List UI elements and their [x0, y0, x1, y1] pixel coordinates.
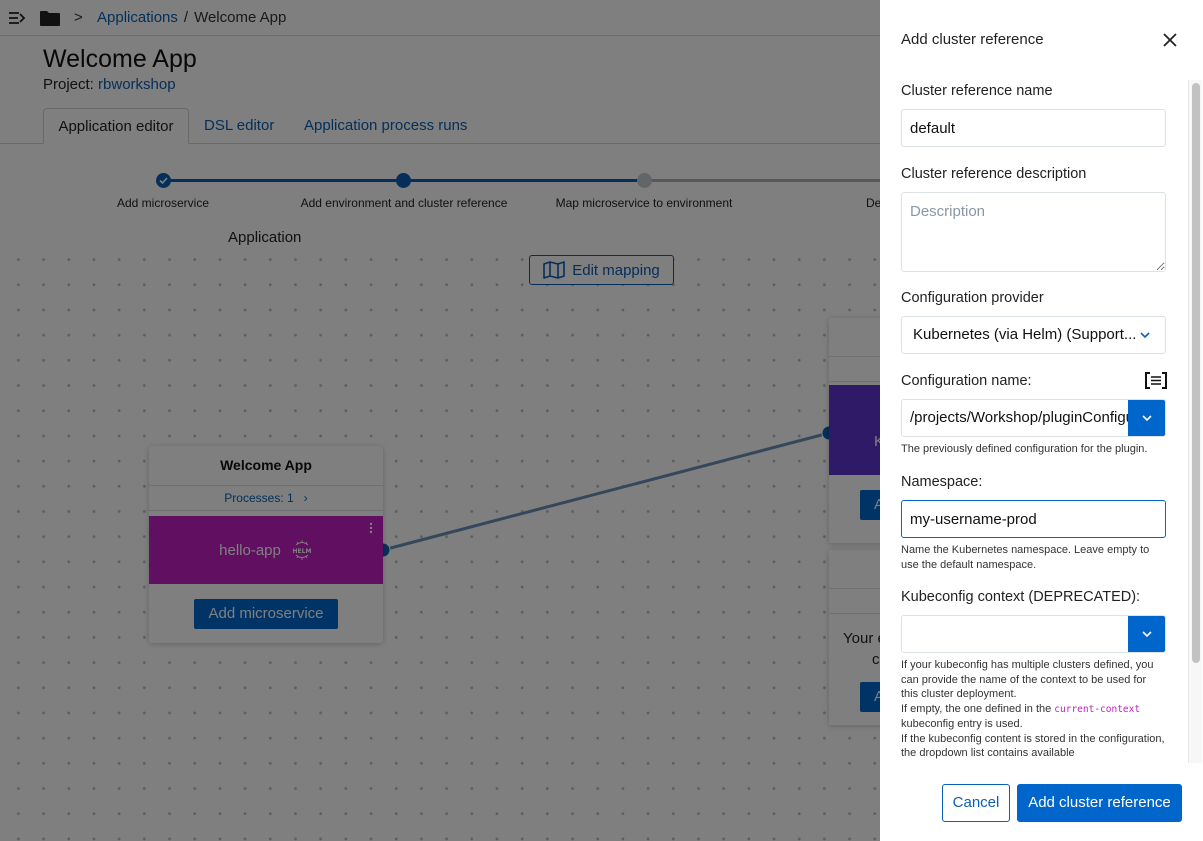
- chevron-down-icon: [1142, 415, 1152, 422]
- modal-backdrop[interactable]: [0, 0, 880, 841]
- kubeconfig-context-dropdown-button[interactable]: [1128, 616, 1165, 652]
- configuration-provider-select[interactable]: Kubernetes (via Helm) (Support...: [901, 316, 1166, 354]
- parameter-reference-icon[interactable]: [1145, 372, 1167, 389]
- cluster-description-label: Cluster reference description: [901, 166, 1087, 182]
- configuration-name-value: /projects/Workshop/pluginConfigurations/: [910, 409, 1130, 426]
- current-context-code: current-context: [1054, 703, 1141, 715]
- kubeconfig-help-3: If the kubeconfig content is stored in t…: [901, 732, 1165, 760]
- scrollbar-thumb[interactable]: [1192, 83, 1200, 663]
- kubeconfig-context-help: If your kubeconfig has multiple clusters…: [901, 658, 1166, 761]
- configuration-name-help: The previously defined configuration for…: [901, 443, 1148, 455]
- add-cluster-reference-button[interactable]: Add cluster reference: [1017, 784, 1182, 822]
- chevron-down-icon: [1142, 631, 1152, 638]
- drawer-scrollbar[interactable]: [1188, 80, 1202, 763]
- namespace-label: Namespace:: [901, 474, 983, 490]
- kubeconfig-help-2: If empty, the one defined in the current…: [901, 702, 1166, 732]
- kubeconfig-help-2b: kubeconfig entry is used.: [901, 718, 1023, 730]
- drawer-form: Cluster reference name Cluster reference…: [880, 80, 1190, 763]
- cancel-button[interactable]: Cancel: [942, 784, 1010, 822]
- namespace-help: Name the Kubernetes namespace. Leave emp…: [901, 544, 1150, 571]
- kubeconfig-context-label: Kubeconfig context (DEPRECATED):: [901, 589, 1141, 605]
- kubeconfig-context-combobox[interactable]: [901, 615, 1166, 653]
- configuration-provider-value: Kubernetes (via Helm) (Support...: [913, 326, 1137, 343]
- kubeconfig-help-1: If your kubeconfig has multiple clusters…: [901, 659, 1154, 700]
- configuration-name-label: Configuration name:: [901, 373, 1032, 389]
- namespace-input[interactable]: [901, 500, 1166, 538]
- cluster-description-textarea[interactable]: [901, 192, 1166, 272]
- configuration-provider-label: Configuration provider: [901, 290, 1044, 306]
- cluster-name-input[interactable]: [901, 109, 1166, 147]
- kubeconfig-help-2a: If empty, the one defined in the: [901, 702, 1052, 715]
- drawer-title: Add cluster reference: [901, 31, 1044, 48]
- close-icon[interactable]: [1161, 31, 1179, 49]
- add-cluster-reference-drawer: Add cluster reference Cluster reference …: [880, 0, 1203, 841]
- configuration-name-dropdown-button[interactable]: [1128, 400, 1165, 436]
- configuration-name-combobox[interactable]: /projects/Workshop/pluginConfigurations/: [901, 399, 1166, 437]
- cluster-name-label: Cluster reference name: [901, 83, 1053, 99]
- chevron-down-icon: [1140, 332, 1150, 339]
